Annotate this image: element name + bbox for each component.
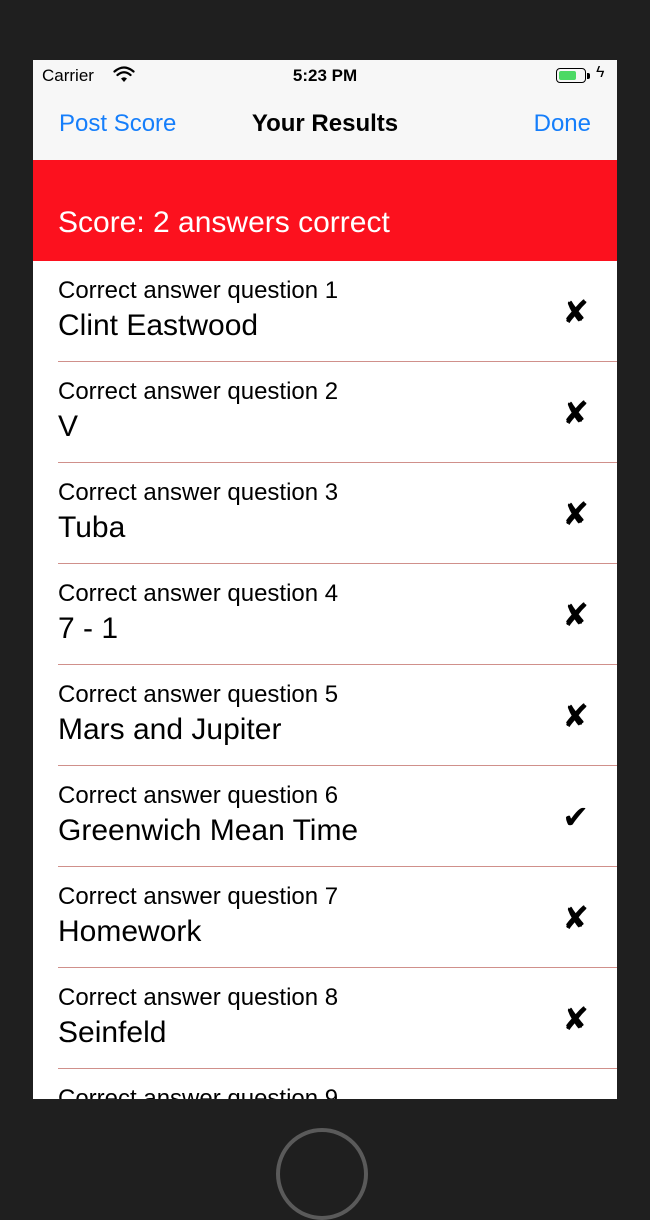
result-row[interactable]: Correct answer question 6 Greenwich Mean … — [33, 766, 617, 867]
post-score-button[interactable]: Post Score — [59, 110, 176, 138]
result-label: Correct answer question 6 — [58, 782, 339, 809]
cross-icon: ✘ — [562, 293, 589, 331]
cross-icon: ✘ — [562, 1000, 589, 1038]
result-label: Correct answer question 8 — [58, 984, 339, 1011]
result-answer: Homework — [58, 915, 202, 948]
navigation-bar: Post Score Your Results Done — [33, 92, 617, 160]
result-answer: V — [58, 410, 79, 443]
result-row[interactable]: Correct answer question 5 Mars and Jupite… — [33, 665, 617, 766]
home-button[interactable] — [276, 1128, 368, 1220]
results-list[interactable]: Correct answer question 1 Clint Eastwood ✘… — [33, 261, 617, 1099]
cross-icon: ✘ — [562, 394, 589, 432]
result-label: Correct answer question 2 — [58, 378, 339, 405]
result-answer: Greenwich Mean Time — [58, 814, 359, 847]
score-banner: Score: 2 answers correct — [33, 160, 617, 261]
charging-bolt-icon: ϟ — [596, 64, 605, 81]
result-row[interactable]: Correct answer question 7 Homework ✘ — [33, 867, 617, 968]
battery-icon — [556, 68, 586, 83]
result-row[interactable]: Correct answer question 1 Clint Eastwood ✘ — [33, 261, 617, 362]
score-text: Score: 2 answers correct — [58, 206, 390, 239]
result-row[interactable]: Correct answer question 4 7 - 1 ✘ — [33, 564, 617, 665]
result-label: Correct answer question 5 — [58, 681, 339, 708]
status-time: 5:23 PM — [292, 66, 358, 85]
result-answer: 7 - 1 — [58, 612, 119, 645]
result-row[interactable]: Correct answer question 9 — [33, 1069, 617, 1099]
phone-screen: Carrier 5:23 PM ϟ Post Score Your Result… — [33, 60, 617, 1099]
result-answer: Tuba — [58, 511, 126, 544]
result-answer: Seinfeld — [58, 1016, 167, 1049]
cross-icon: ✘ — [562, 596, 589, 634]
result-label: Correct answer question 4 — [58, 580, 339, 607]
cross-icon: ✘ — [562, 697, 589, 735]
cross-icon: ✘ — [562, 495, 589, 533]
checkmark-icon: ✔ — [562, 798, 589, 836]
result-answer: Mars and Jupiter — [58, 713, 282, 746]
result-row[interactable]: Correct answer question 8 Seinfeld ✘ — [33, 968, 617, 1069]
result-label: Correct answer question 9 — [58, 1085, 339, 1099]
result-row[interactable]: Correct answer question 2 V ✘ — [33, 362, 617, 463]
result-label: Correct answer question 1 — [58, 277, 339, 304]
status-bar: Carrier 5:23 PM ϟ — [33, 60, 617, 92]
result-answer: Clint Eastwood — [58, 309, 259, 342]
battery-level — [559, 71, 576, 80]
result-label: Correct answer question 7 — [58, 883, 339, 910]
battery-nub — [587, 73, 590, 79]
done-button[interactable]: Done — [534, 110, 591, 138]
cross-icon: ✘ — [562, 899, 589, 937]
result-label: Correct answer question 3 — [58, 479, 339, 506]
result-row[interactable]: Correct answer question 3 Tuba ✘ — [33, 463, 617, 564]
